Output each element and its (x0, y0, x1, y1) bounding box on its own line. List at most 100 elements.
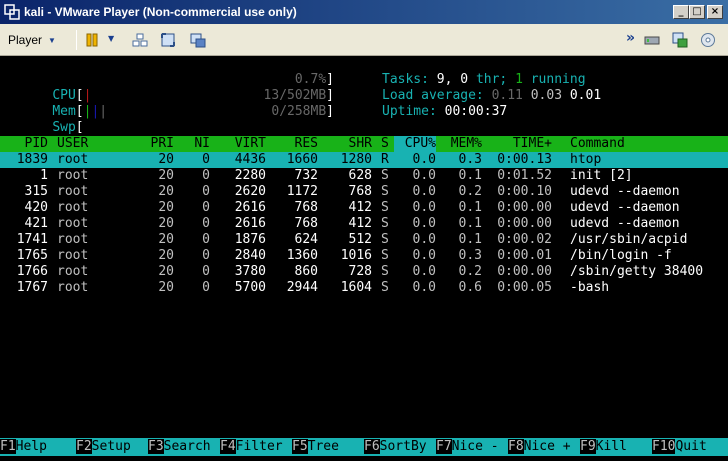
command-cell: udevd --daemon (570, 216, 680, 231)
shr-cell: 628 (348, 168, 372, 183)
command-cell: init [2] (570, 168, 633, 183)
pri-cell: 20 (158, 232, 174, 247)
network-adapter-icon[interactable] (644, 32, 660, 48)
res-cell: 624 (294, 232, 318, 247)
col-pid-header[interactable]: PID (0, 136, 48, 152)
pid-cell: 420 (24, 200, 48, 215)
col-shr-header[interactable]: SHR (324, 136, 372, 152)
window-title-bar[interactable]: kali - VMware Player (Non-commercial use… (0, 0, 728, 24)
cpu-cell: 0.0 (412, 280, 436, 295)
send-ctrl-alt-del-icon[interactable] (132, 32, 148, 48)
uptime: Uptime: 00:00:37 (382, 104, 508, 119)
cpu-meter-value: 0.7%] (294, 72, 334, 87)
f1-help-key[interactable]: F1Help (0, 438, 47, 456)
process-row[interactable]: 1765 root 20 0 2840 1360 1016 S 0.0 0.3 0:00.01/bi… (0, 248, 728, 264)
command-cell: -bash (570, 280, 610, 295)
cpu-cell: 0.0 (412, 200, 436, 215)
shr-cell: 768 (348, 184, 372, 199)
state-cell: S (381, 184, 389, 199)
htop-terminal[interactable]: CPU[| 0.7%] Mem[||| 13/502MB] Swp[ 0/258… (0, 57, 728, 461)
pri-cell: 20 (158, 200, 174, 215)
shr-cell: 1016 (340, 248, 372, 263)
f2-setup-key[interactable]: F2Setup (76, 438, 131, 456)
command-cell: /bin/login -f (570, 248, 672, 263)
res-cell: 768 (294, 216, 318, 231)
col-cpu-header[interactable]: CPU% (394, 136, 436, 152)
swp-meter-value: 0/258MB] (271, 104, 334, 119)
f6-sortby-key[interactable]: F6SortBy (364, 438, 427, 456)
col-virt-header[interactable]: VIRT (218, 136, 266, 152)
f7-nice-minus-key[interactable]: F7Nice - (436, 438, 499, 456)
cpu-cell: 0.0 (412, 264, 436, 279)
usb-device-icon[interactable] (672, 32, 688, 48)
user-cell: root (57, 232, 89, 247)
process-row[interactable]: 421 root 20 0 2616 768 412 S 0.0 0.1 0:00.00 udevd … (0, 216, 728, 232)
forward-icon[interactable]: » (626, 30, 635, 46)
col-mem-header[interactable]: MEM% (440, 136, 482, 152)
shr-cell: 1280 (340, 152, 372, 167)
vmware-toolbar: Player ▼ ▼ » (0, 24, 728, 56)
pause-icon[interactable] (84, 32, 100, 48)
pid-cell: 1766 (16, 264, 48, 279)
ni-cell: 0 (202, 152, 210, 167)
minimize-button[interactable]: _ (673, 5, 689, 19)
command-cell: /sbin/getty 38400 (570, 264, 704, 279)
vmware-app-icon (4, 4, 20, 20)
process-row[interactable]: 1766 root 20 0 3780 860 728 S 0.0 0.2 0:00.00/sbin… (0, 264, 728, 280)
chevron-down-icon[interactable]: ▼ (108, 34, 114, 43)
close-button[interactable]: × (707, 5, 723, 19)
ni-cell: 0 (202, 168, 210, 183)
maximize-button[interactable]: □ (689, 5, 705, 19)
f8-nice-plus-key[interactable]: F8Nice + (508, 438, 571, 456)
user-cell: root (57, 216, 89, 231)
process-row[interactable]: 1767 root 20 0 5700 2944 1604 S 0.0 0.6 0:00.05 -ba… (0, 280, 728, 296)
state-cell: S (381, 200, 389, 215)
f3-search-key[interactable]: F3Search (148, 438, 211, 456)
f4-filter-key[interactable]: F4Filter (220, 438, 283, 456)
mem-cell: 0.1 (458, 200, 482, 215)
player-menu-button[interactable]: Player ▼ (8, 31, 56, 49)
col-user-header[interactable]: USER (57, 136, 88, 152)
mem-cell: 0.1 (458, 168, 482, 183)
col-time-header[interactable]: TIME+ (490, 136, 552, 152)
chevron-down-icon: ▼ (48, 35, 56, 45)
mem-cell: 0.2 (458, 264, 482, 279)
res-cell: 2944 (286, 280, 318, 295)
f5-tree-key[interactable]: F5Tree (292, 438, 339, 456)
col-command-header[interactable]: Command (570, 136, 625, 152)
fullscreen-icon[interactable] (160, 32, 176, 48)
cpu-cell: 0.0 (412, 152, 436, 167)
virt-cell: 2616 (234, 216, 266, 231)
user-cell: root (57, 184, 89, 199)
col-res-header[interactable]: RES (270, 136, 318, 152)
virt-cell: 3780 (234, 264, 266, 279)
ni-cell: 0 (202, 200, 210, 215)
cd-drive-icon[interactable] (700, 32, 716, 48)
shr-cell: 728 (348, 264, 372, 279)
process-row[interactable]: 420 root 20 0 2616 768 412 S 0.0 0.1 0:00.00 udevd … (0, 200, 728, 216)
mem-meter: Mem[||| (52, 104, 108, 119)
pid-cell: 421 (24, 216, 48, 231)
virt-cell: 5700 (234, 280, 266, 295)
pid-cell: 1 (40, 168, 48, 183)
time-cell: 0:00.05 (497, 280, 552, 295)
col-pri-header[interactable]: PRI (140, 136, 174, 152)
f10-quit-key[interactable]: F10Quit (652, 438, 707, 456)
process-row[interactable]: 315 root 20 0 2620 1172 768 S 0.0 0.2 0:00.10 udevd… (0, 184, 728, 200)
virt-cell: 2616 (234, 200, 266, 215)
process-row[interactable]: 1 root 20 0 2280 732 628 S 0.0 0.1 0:01.52 init [2] (0, 168, 728, 184)
shr-cell: 412 (348, 200, 372, 215)
col-ni-header[interactable]: NI (180, 136, 210, 152)
unity-icon[interactable] (190, 32, 206, 48)
col-state-header[interactable]: S (381, 136, 389, 152)
ni-cell: 0 (202, 216, 210, 231)
process-row[interactable]: 1839 root 20 0 4436 1660 1280 R 0.0 0.3 0:00.13 hto… (0, 152, 728, 168)
command-cell: udevd --daemon (570, 184, 680, 199)
pri-cell: 20 (158, 168, 174, 183)
f9-kill-key[interactable]: F9Kill (580, 438, 627, 456)
pri-cell: 20 (158, 264, 174, 279)
time-cell: 0:00.00 (497, 216, 552, 231)
mem-cell: 0.3 (458, 152, 482, 167)
process-row[interactable]: 1741 root 20 0 1876 624 512 S 0.0 0.1 0:00.02/usr/… (0, 232, 728, 248)
mem-cell: 0.1 (458, 232, 482, 247)
